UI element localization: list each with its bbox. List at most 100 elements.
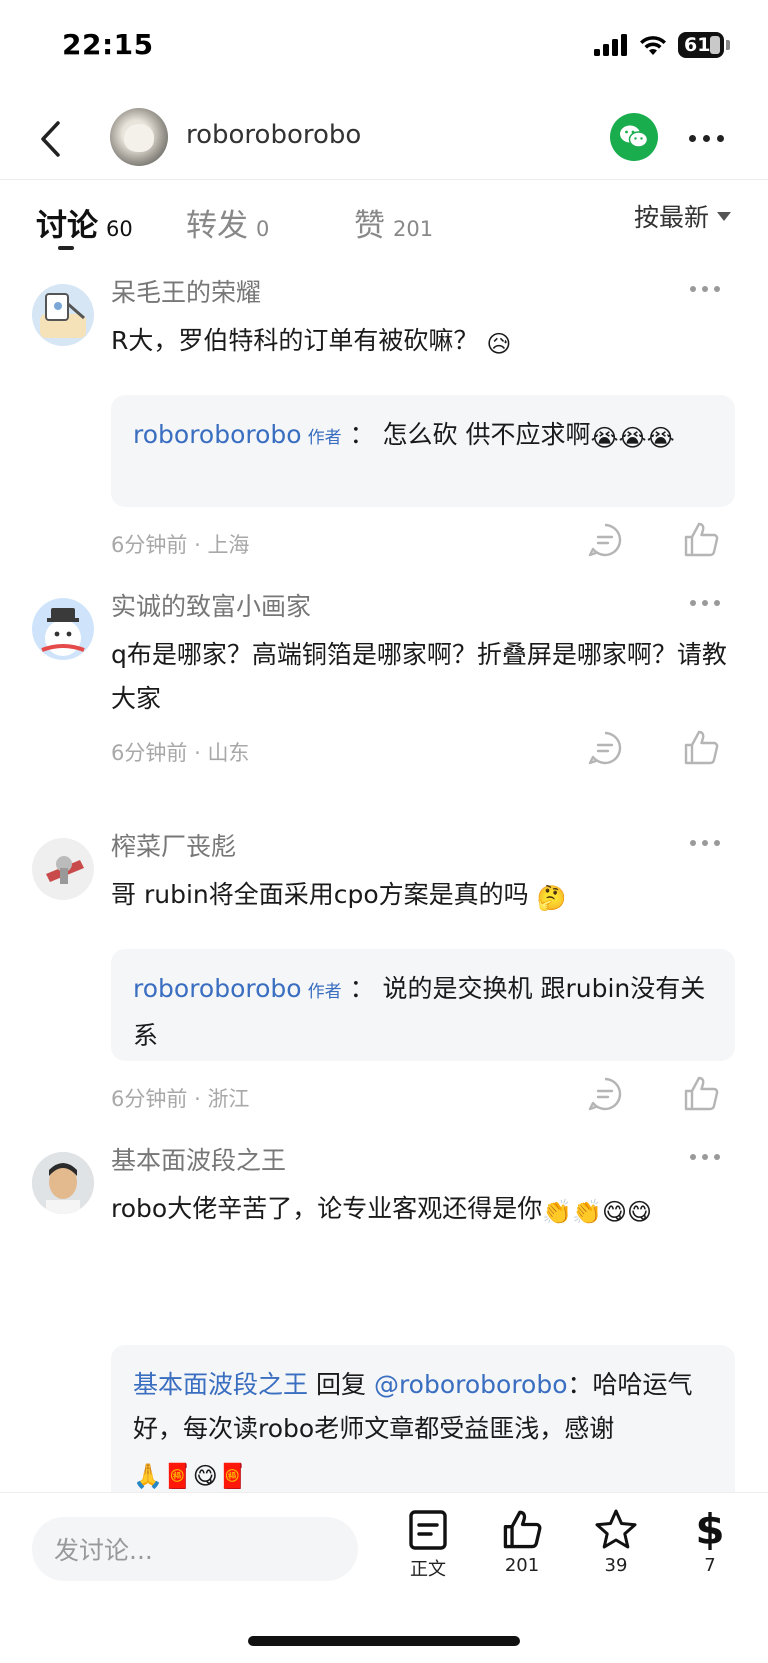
comment-location: 山东: [207, 741, 250, 765]
meta-separator: ·: [194, 1087, 201, 1111]
more-dot: [690, 840, 696, 846]
more-dot: [702, 1154, 708, 1160]
comment-text: robo大佬辛苦了，论专业客观还得是你👏👏😋😋: [111, 1187, 711, 1231]
author-reply[interactable]: roboroborobo 作者 ： 怎么砍 供不应求啊😭😭😭: [111, 395, 735, 507]
comment-more-button[interactable]: [690, 1154, 720, 1160]
tab-likes[interactable]: 赞 201: [354, 200, 433, 245]
reply-separator: ：: [567, 1370, 593, 1399]
author-badge: 作者: [307, 428, 342, 448]
discussion-input[interactable]: 发讨论...: [32, 1517, 358, 1581]
thumbs-up-icon: [503, 1510, 542, 1549]
author-username[interactable]: roboroborobo: [186, 120, 361, 150]
comment-actions: [586, 729, 720, 767]
home-indicator[interactable]: [248, 1636, 520, 1646]
user-avatar[interactable]: [32, 284, 94, 346]
more-dot: [702, 600, 708, 606]
author-reply[interactable]: roboroborobo 作者： 说的是交换机 跟rubin没有关系: [111, 949, 735, 1061]
chevron-left-icon: [41, 121, 60, 157]
avatar-illustration: [46, 856, 84, 884]
tab-label: 讨论: [36, 208, 98, 244]
reply-icon: [588, 731, 622, 765]
tab-discussion[interactable]: 讨论 60: [36, 200, 133, 245]
reply-author[interactable]: roboroborobo: [133, 974, 302, 1003]
like-button[interactable]: [682, 729, 720, 767]
comment-more-button[interactable]: [690, 286, 720, 292]
comment-body: q布是哪家？高端铜箔是哪家啊？折叠屏是哪家啊？请教大家: [111, 640, 727, 713]
comment-more-button[interactable]: [690, 600, 720, 606]
more-dot: [716, 134, 724, 142]
comment-text: R大，罗伯特科的订单有被砍嘛？ 😥: [111, 319, 731, 363]
more-dot: [690, 286, 696, 292]
active-tab-indicator: [58, 246, 74, 250]
article-icon: [409, 1510, 447, 1550]
cellular-signal-icon: [594, 34, 627, 56]
battery-tip: [726, 40, 730, 50]
more-dot: [714, 600, 720, 606]
comment-more-button[interactable]: [690, 840, 720, 846]
tab-count: 60: [106, 217, 133, 241]
tab-label: 转发: [186, 208, 248, 244]
reply-button[interactable]: [586, 729, 624, 767]
comment-emoji: 🤔: [536, 884, 567, 912]
comment-username[interactable]: 榨菜厂丧彪: [111, 827, 236, 863]
comment-username[interactable]: 基本面波段之王: [111, 1141, 286, 1177]
comment-body: R大，罗伯特科的订单有被砍嘛？: [111, 326, 479, 355]
more-options-button[interactable]: [680, 120, 732, 156]
nav-bar: roboroborobo: [0, 100, 768, 180]
favorite-button[interactable]: 39: [586, 1507, 646, 1576]
battery-icon: 61: [678, 32, 724, 58]
comment-location: 浙江: [207, 1087, 250, 1111]
comment-emoji: 😥: [486, 330, 512, 358]
reply-button[interactable]: [586, 521, 624, 559]
tab-count: 201: [393, 217, 434, 241]
thumbs-up-icon: [684, 1076, 719, 1111]
more-dot: [714, 1154, 720, 1160]
reward-count: 7: [704, 1555, 716, 1576]
user-avatar[interactable]: [32, 838, 94, 900]
article-button[interactable]: 正文: [398, 1507, 458, 1581]
more-dot: [702, 840, 708, 846]
comment-time: 6分钟前: [111, 533, 188, 557]
reply-emoji: 🙏🧧😋🧧: [133, 1462, 248, 1490]
reply-separator: ：: [349, 974, 375, 1003]
comment-text: q布是哪家？高端铜箔是哪家啊？折叠屏是哪家啊？请教大家: [111, 633, 733, 721]
reply-author[interactable]: 基本面波段之王: [133, 1370, 308, 1399]
battery-level: 61: [684, 34, 711, 56]
tab-bar: 讨论 60 转发 0 赞 201 按最新: [0, 180, 768, 260]
reply-author[interactable]: roboroborobo: [133, 420, 302, 449]
wifi-icon: [640, 36, 666, 55]
more-dot: [714, 840, 720, 846]
reply-mention[interactable]: @roboroborobo: [374, 1370, 568, 1399]
comment-username[interactable]: 呆毛王的荣耀: [111, 273, 261, 309]
user-avatar[interactable]: [32, 1152, 94, 1214]
sort-dropdown[interactable]: 按最新: [634, 198, 732, 234]
comment-username[interactable]: 实诚的致富小画家: [111, 587, 311, 623]
author-badge: 作者: [307, 982, 342, 1002]
back-button[interactable]: [28, 114, 72, 164]
comment-meta: 6分钟前 · 浙江: [111, 1083, 249, 1113]
like-count: 201: [504, 1555, 540, 1576]
thumbs-up-icon: [684, 522, 719, 557]
like-post-button[interactable]: 201: [492, 1507, 552, 1576]
status-icons: 61: [594, 32, 730, 58]
meta-separator: ·: [194, 741, 201, 765]
bottom-action-bar: 发讨论... 正文 201 39 $ 7: [0, 1492, 768, 1663]
more-dot: [702, 286, 708, 292]
tab-count: 0: [256, 217, 270, 241]
tab-repost[interactable]: 转发 0: [186, 200, 269, 245]
dollar-icon: $: [695, 1505, 725, 1554]
comment-emoji: 👏👏😋😋: [542, 1198, 653, 1226]
more-dot: [690, 1154, 696, 1160]
reply-button[interactable]: [586, 1075, 624, 1113]
author-avatar[interactable]: [110, 108, 168, 166]
reward-button[interactable]: $ 7: [680, 1505, 740, 1577]
like-button[interactable]: [682, 1075, 720, 1113]
wechat-share-button[interactable]: [610, 113, 658, 161]
user-avatar[interactable]: [32, 598, 94, 660]
reply-emoji: 😭😭😭: [590, 424, 675, 452]
article-label: 正文: [410, 1559, 446, 1580]
like-button[interactable]: [682, 521, 720, 559]
user-reply[interactable]: 基本面波段之王 回复 @roboroborobo：哈哈运气好，每次读robo老师…: [111, 1345, 735, 1505]
reply-text: 怎么砍 供不应求啊: [382, 420, 591, 449]
more-dot: [688, 134, 696, 142]
